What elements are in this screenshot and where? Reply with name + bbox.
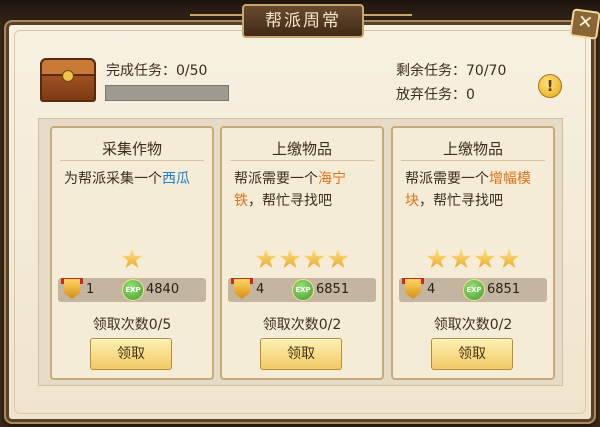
task-card-2: 上缴物品 帮派需要一个海宁铁，帮忙寻找吧 4 EXP 6851 领取次数0/2 … — [220, 126, 384, 380]
desc-prefix: 为帮派采集一个 — [64, 171, 162, 187]
desc-prefix: 帮派需要一个 — [234, 171, 318, 187]
medal-reward: 4 — [256, 282, 265, 297]
title-divider — [230, 160, 374, 161]
abandoned-label: 放弃任务： — [396, 87, 466, 103]
task-title: 采集作物 — [101, 140, 162, 158]
task-title: 上缴物品 — [271, 140, 332, 158]
exp-coin-icon: EXP — [292, 279, 314, 301]
star-icon — [121, 248, 143, 269]
title-ornament-left — [190, 14, 242, 16]
star-icon — [450, 248, 472, 269]
desc-suffix: ，帮忙寻找吧 — [419, 193, 503, 209]
title-divider — [60, 160, 204, 161]
exp-reward: 6851 — [316, 282, 350, 297]
star-icon — [327, 248, 349, 269]
medal-icon — [64, 279, 80, 299]
claim-button[interactable]: 领取 — [431, 338, 513, 370]
star-icon — [255, 248, 277, 269]
star-icon — [303, 248, 325, 269]
claim-count: 领取次数0/5 — [92, 317, 172, 333]
star-icon — [426, 248, 448, 269]
medal-icon — [405, 279, 421, 299]
close-button[interactable]: ✕ — [569, 8, 600, 40]
info-button[interactable]: ! — [538, 74, 562, 98]
task-description: 为帮派采集一个西瓜 — [64, 168, 202, 190]
claim-button[interactable]: 领取 — [260, 338, 342, 370]
star-icon — [279, 248, 301, 269]
exp-coin-icon: EXP — [122, 279, 144, 301]
difficulty-stars — [222, 248, 382, 274]
title-ornament-right — [360, 14, 412, 16]
remaining-value: 70/70 — [466, 63, 507, 79]
abandoned-tasks: 放弃任务：0 — [396, 84, 475, 104]
claim-count: 领取次数0/2 — [433, 317, 513, 333]
reward-row: 4 EXP 6851 — [228, 278, 376, 302]
claim-count: 领取次数0/2 — [262, 317, 342, 333]
completion-progress-bar — [105, 85, 229, 101]
dialog-title: 帮派周常 — [242, 4, 364, 38]
medal-icon — [234, 279, 250, 299]
completed-value: 0/50 — [176, 63, 208, 79]
chest-lock — [62, 70, 74, 82]
medal-reward: 4 — [427, 282, 436, 297]
desc-prefix: 帮派需要一个 — [405, 171, 489, 187]
title-divider — [401, 160, 545, 161]
remaining-tasks: 剩余任务：70/70 — [396, 60, 506, 80]
reward-row: 1 EXP 4840 — [58, 278, 206, 302]
star-icon — [474, 248, 496, 269]
completed-tasks: 完成任务：0/50 — [106, 60, 207, 80]
reward-row: 4 EXP 6851 — [399, 278, 547, 302]
difficulty-stars — [52, 248, 212, 274]
task-title: 上缴物品 — [442, 140, 503, 158]
completed-label: 完成任务： — [106, 63, 176, 79]
exp-reward: 4840 — [146, 282, 180, 297]
task-card-1: 采集作物 为帮派采集一个西瓜 1 EXP 4840 领取次数0/5 领取 — [50, 126, 214, 380]
exp-reward: 6851 — [487, 282, 521, 297]
difficulty-stars — [393, 248, 553, 274]
remaining-label: 剩余任务： — [396, 63, 466, 79]
task-description: 帮派需要一个海宁铁，帮忙寻找吧 — [234, 168, 372, 212]
desc-suffix: ，帮忙寻找吧 — [248, 193, 332, 209]
abandoned-value: 0 — [466, 87, 475, 103]
treasure-chest-icon[interactable] — [40, 58, 96, 102]
exp-coin-icon: EXP — [463, 279, 485, 301]
task-card-3: 上缴物品 帮派需要一个增幅模块，帮忙寻找吧 4 EXP 6851 领取次数0/2… — [391, 126, 555, 380]
star-icon — [498, 248, 520, 269]
claim-button[interactable]: 领取 — [90, 338, 172, 370]
task-description: 帮派需要一个增幅模块，帮忙寻找吧 — [405, 168, 543, 212]
desc-item: 西瓜 — [162, 171, 190, 187]
medal-reward: 1 — [86, 282, 95, 297]
